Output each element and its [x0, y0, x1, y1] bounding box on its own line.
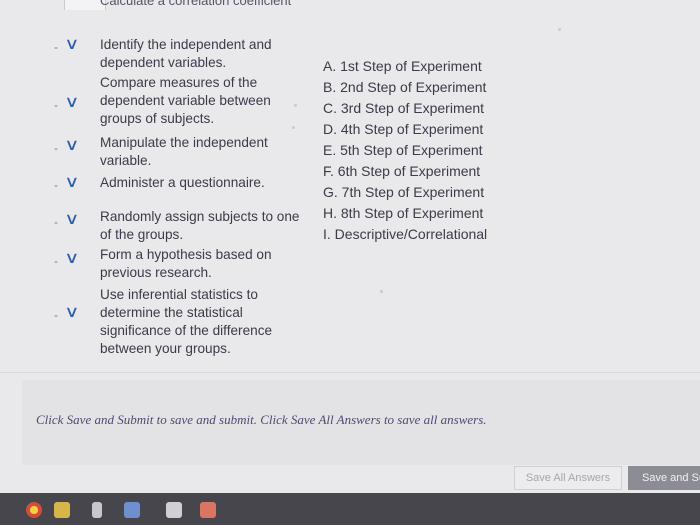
- store-icon[interactable]: [54, 502, 70, 518]
- t-app-icon[interactable]: [200, 502, 216, 518]
- cut-off-header: Calculate a correlation coefficient: [0, 0, 700, 10]
- prompt-text: Administer a questionnaire.: [100, 175, 265, 190]
- answer-option: F. 6th Step of Experiment: [323, 163, 481, 179]
- answer-option: D. 4th Step of Experiment: [323, 121, 484, 137]
- prompt-text: Identify the independent and dependent v…: [100, 37, 272, 70]
- section-divider: [0, 372, 700, 373]
- answer-select[interactable]: - ∨: [44, 304, 100, 322]
- answer-option: H. 8th Step of Experiment: [323, 205, 484, 221]
- answer-select[interactable]: - ∨: [44, 250, 100, 268]
- answer-option: I. Descriptive/Correlational: [323, 226, 488, 242]
- prompt-text: Randomly assign subjects to one of the g…: [100, 209, 300, 242]
- answer-select[interactable]: - ∨: [44, 36, 100, 54]
- chevron-down-icon: ∨: [64, 174, 80, 191]
- chevron-down-icon: ∨: [64, 94, 80, 111]
- mail-icon[interactable]: [166, 502, 182, 518]
- chevron-down-icon: ∨: [64, 250, 80, 267]
- screen-speck: [558, 28, 561, 31]
- save-instructions: Click Save and Submit to save and submit…: [36, 412, 487, 427]
- answer-select[interactable]: - ∨: [44, 174, 100, 192]
- word-icon[interactable]: [124, 502, 140, 518]
- screen-speck: [294, 104, 297, 107]
- file-icon[interactable]: [92, 502, 102, 518]
- prompt-text: Compare measures of the dependent variab…: [100, 75, 271, 126]
- prompt-text: Use inferential statistics to determine …: [100, 287, 273, 356]
- answer-option: B. 2nd Step of Experiment: [323, 79, 487, 95]
- chevron-down-icon: ∨: [64, 36, 80, 53]
- screen-speck: [292, 126, 295, 129]
- answer-select[interactable]: - ∨: [44, 137, 100, 155]
- answer-select[interactable]: - ∨: [44, 94, 100, 112]
- answer-option: A. 1st Step of Experiment: [323, 58, 482, 74]
- chevron-down-icon: ∨: [64, 137, 80, 154]
- prompt-text: Manipulate the independent variable.: [100, 135, 268, 168]
- chrome-icon[interactable]: [26, 502, 42, 518]
- answer-select[interactable]: - ∨: [44, 211, 100, 229]
- answer-option: C. 3rd Step of Experiment: [323, 100, 485, 116]
- answer-option: G. 7th Step of Experiment: [323, 184, 485, 200]
- save-all-answers-button[interactable]: Save All Answers: [514, 466, 622, 490]
- cut-off-title: Calculate a correlation coefficient: [100, 0, 292, 8]
- screen-speck: [380, 290, 383, 293]
- answer-option: E. 5th Step of Experiment: [323, 142, 483, 158]
- taskbar: [0, 493, 700, 525]
- prompt-text: Form a hypothesis based on previous rese…: [100, 247, 272, 280]
- chevron-down-icon: ∨: [64, 211, 80, 228]
- answer-options-list: A. 1st Step of Experiment B. 2nd Step of…: [323, 56, 487, 245]
- save-and-submit-button[interactable]: Save and Submit: [628, 466, 700, 490]
- chevron-down-icon: ∨: [64, 304, 80, 321]
